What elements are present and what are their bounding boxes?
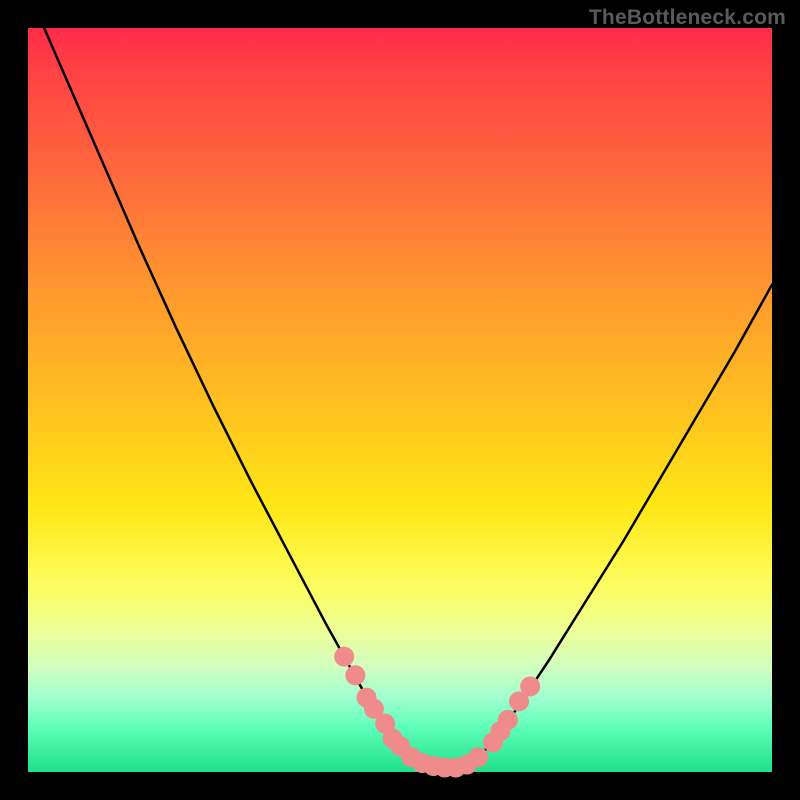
curve-marker	[498, 710, 518, 730]
plot-area	[28, 28, 772, 772]
curve-marker	[468, 747, 488, 767]
bottleneck-curve	[28, 0, 772, 768]
curve-marker	[520, 676, 540, 696]
curve-marker	[345, 665, 365, 685]
curve-marker	[334, 647, 354, 667]
chart-svg	[28, 28, 772, 772]
curve-markers	[334, 647, 540, 778]
chart-frame: TheBottleneck.com	[0, 0, 800, 800]
watermark-text: TheBottleneck.com	[589, 6, 786, 30]
